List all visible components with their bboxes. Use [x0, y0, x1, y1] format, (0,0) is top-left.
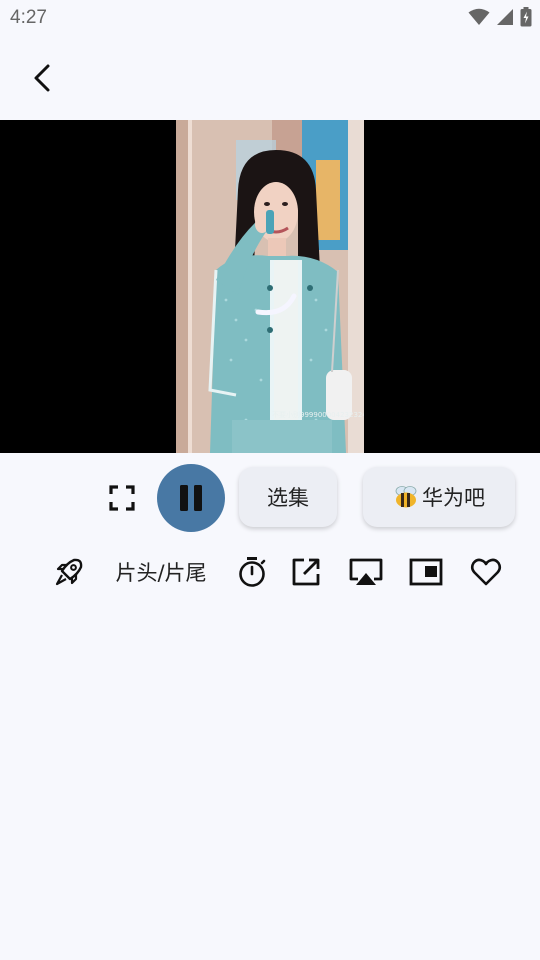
fullscreen-button[interactable]: [104, 480, 140, 516]
video-image: [176, 120, 364, 453]
video-frame: 不要小别9999000042323240: [176, 120, 364, 453]
status-time: 4:27: [10, 7, 47, 28]
episodes-button[interactable]: 选集: [239, 467, 337, 527]
back-button[interactable]: [22, 56, 62, 100]
intro-outro-button[interactable]: 片头/片尾: [106, 555, 216, 589]
back-arrow-icon: [34, 64, 50, 92]
episodes-label: 选集: [267, 486, 309, 510]
bee-icon: [395, 486, 417, 508]
picture-in-picture-icon: [409, 558, 443, 586]
battery-charging-icon: [520, 7, 532, 27]
heart-icon: [470, 558, 502, 586]
airplay-icon: [349, 558, 383, 585]
rocket-icon: [55, 558, 83, 586]
favorite-button[interactable]: [469, 555, 503, 589]
status-icons: [468, 7, 532, 27]
pause-button[interactable]: [157, 464, 225, 532]
open-external-button[interactable]: [290, 555, 322, 589]
player-controls: 选集 华为吧: [0, 462, 540, 534]
timer-icon: [239, 557, 266, 587]
pause-icon: [180, 485, 202, 511]
video-player[interactable]: 不要小别9999000042323240: [0, 120, 540, 453]
wifi-icon: [468, 8, 490, 25]
status-bar: 4:27: [0, 0, 540, 36]
timer-button[interactable]: [236, 555, 268, 589]
source-label: 华为吧: [422, 486, 485, 510]
intro-outro-label: 片头/片尾: [115, 561, 207, 585]
tool-bar: 片头/片尾: [0, 550, 540, 594]
pip-button[interactable]: [408, 555, 444, 589]
skip-intro-button[interactable]: [52, 555, 86, 589]
source-button[interactable]: 华为吧: [363, 467, 515, 527]
open-external-icon: [292, 558, 320, 586]
cell-signal-icon: [497, 9, 513, 25]
fullscreen-icon: [109, 485, 135, 511]
video-watermark: 不要小别9999000042323240: [272, 411, 364, 419]
cast-button[interactable]: [346, 555, 386, 589]
